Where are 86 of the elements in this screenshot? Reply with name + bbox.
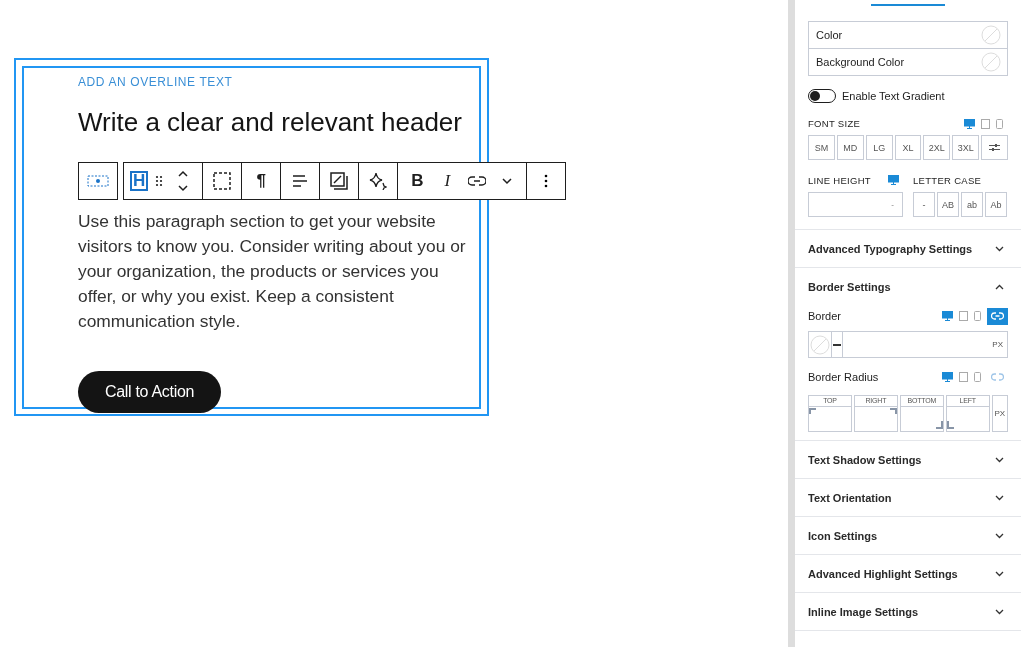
font-size-option[interactable]: LG: [865, 135, 893, 160]
chevron-down-icon: [995, 608, 1004, 615]
tablet-icon: [959, 372, 968, 382]
sliders-icon: [989, 143, 1001, 152]
chevron-down-icon: [995, 532, 1004, 539]
desktop-icon: [964, 118, 975, 129]
device-button[interactable]: [964, 118, 975, 129]
device-button[interactable]: [959, 372, 968, 382]
font-size-option[interactable]: 3XL: [952, 135, 980, 160]
heading: Write a clear and relevant header: [78, 107, 462, 138]
font-size-option[interactable]: SM: [808, 135, 835, 160]
align-left-icon: [292, 174, 309, 188]
kebab-menu-icon: [544, 174, 549, 188]
sparkle-icon: [369, 172, 388, 190]
device-button[interactable]: [888, 175, 899, 185]
no-color-icon: [981, 25, 1001, 45]
overline-text: ADD AN OVERLINE TEXT: [78, 75, 233, 89]
chevron-up-icon: [995, 283, 1004, 290]
cta-button[interactable]: Call to Action: [78, 371, 221, 413]
desktop-icon: [942, 311, 953, 321]
font-size-option[interactable]: XL: [894, 135, 922, 160]
device-button[interactable]: [942, 311, 953, 321]
no-color-icon: [981, 52, 1001, 72]
unit-label: PX: [992, 340, 1004, 349]
device-button[interactable]: [974, 311, 981, 321]
corner-icon: [809, 408, 817, 416]
dashed-square-icon: [213, 172, 232, 190]
font-size-label: FONT SIZE: [808, 118, 861, 129]
accordion-header[interactable]: Advanced Typography Settings: [795, 230, 1021, 268]
tablet-icon: [959, 311, 968, 321]
border-label: Border: [808, 310, 842, 322]
device-button[interactable]: [996, 118, 1003, 129]
letter-case-option[interactable]: Ab: [985, 192, 1007, 217]
line-height-label: LINE HEIGHT: [808, 174, 871, 186]
accordion-header[interactable]: Text Shadow Settings: [795, 441, 1021, 479]
paragraph: Use this paragraph section to get your website visitors to know you. Consider writing about you or your organization, the products or services you offer, or why you exist. Keep a consistent communication style.: [78, 210, 467, 333]
bold-button[interactable]: B: [404, 166, 431, 196]
heading-button[interactable]: H: [130, 171, 149, 191]
device-button[interactable]: [974, 372, 981, 382]
line-height-field[interactable]: -: [808, 192, 903, 217]
accordion-header[interactable]: Advanced Highlight Settings: [795, 555, 1021, 593]
unit-label: PX: [991, 395, 1008, 432]
font-size-option[interactable]: MD: [836, 135, 864, 160]
phone-icon: [996, 118, 1003, 129]
link-values-button[interactable]: [987, 307, 1008, 325]
border-radius-label: Border Radius: [808, 371, 879, 383]
chevron-down-icon: [995, 570, 1004, 577]
corner-icon: [888, 408, 897, 416]
chevron-down-icon: [995, 494, 1004, 501]
desktop-icon: [888, 175, 899, 185]
device-button[interactable]: [981, 118, 990, 129]
chevron-down-icon: [995, 245, 1004, 252]
accordion-header[interactable]: Text Orientation: [795, 479, 1021, 517]
tablet-icon: [981, 118, 990, 129]
color-picker-row[interactable]: Color: [809, 22, 1007, 48]
color-picker-row[interactable]: Background Color: [809, 48, 1007, 75]
border-field[interactable]: PX: [808, 331, 1008, 358]
italic-button[interactable]: I: [434, 166, 461, 196]
toggle-switch[interactable]: [808, 89, 836, 103]
letter-case-label: LETTER CASE: [913, 174, 982, 186]
link-icon: [991, 312, 1004, 320]
accordion-header[interactable]: Icon Settings: [795, 517, 1021, 555]
phone-icon: [974, 372, 981, 382]
letter-case-option[interactable]: AB: [937, 192, 959, 217]
solid-line-icon: [833, 343, 841, 346]
block-icon: [87, 175, 109, 187]
chevron-down-icon: [995, 456, 1004, 463]
drag-icon: [155, 175, 164, 187]
font-size-option[interactable]: 2XL: [923, 135, 951, 160]
device-button[interactable]: [959, 311, 968, 321]
letter-case-option[interactable]: ab: [961, 192, 983, 217]
link-icon: [468, 176, 487, 186]
up-down-arrows-icon: [177, 170, 190, 192]
device-button[interactable]: [942, 372, 953, 382]
no-color-icon: [810, 334, 830, 355]
accordion-header[interactable]: Border Settings: [795, 268, 1021, 305]
phone-icon: [974, 311, 981, 321]
accordion-header[interactable]: Inline Image Settings: [795, 593, 1021, 631]
unlink-icon: [991, 373, 1004, 381]
custom-size-button[interactable]: [981, 135, 1008, 160]
chevron-down-icon: [501, 177, 514, 185]
paragraph-button[interactable]: ¶: [248, 166, 275, 196]
layered-image-icon: [330, 172, 349, 190]
toggle-label: Enable Text Gradient: [842, 90, 945, 102]
desktop-icon: [942, 372, 953, 382]
letter-case-option[interactable]: -: [913, 192, 935, 217]
